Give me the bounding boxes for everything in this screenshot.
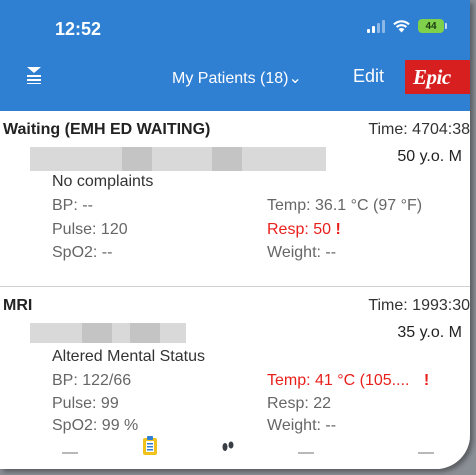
patient-time: Time: 1993:30 [368,297,470,314]
patient-card[interactable]: Waiting (EMH ED WAITING) Time: 4704:38 5… [0,111,470,287]
patient-time: Time: 4704:38 [368,121,470,138]
patient-list: Waiting (EMH ED WAITING) Time: 4704:38 5… [0,111,470,447]
sort-list-icon[interactable] [26,66,42,84]
vital-resp-abnormal: Resp: 50 ! [267,221,341,239]
vital-temp-value: Temp: 41 °C (105.... [267,372,410,389]
patient-card[interactable]: MRI Time: 1993:30 35 y.o. M Altered Ment… [0,287,470,447]
phone-screen: 12:52 44 My Patients (18)⌄ Edit Epic Wai… [0,0,470,469]
vital-temp: Temp: 36.1 °C (97 °F) [267,197,423,214]
vital-resp: Resp: 22 [267,395,332,412]
vital-bp: BP: -- [52,197,93,214]
patient-age-sex: 35 y.o. M [397,324,462,341]
patient-location: Waiting (EMH ED WAITING) [3,121,211,138]
vital-resp-value: Resp: 50 [267,221,332,238]
vital-temp-abnormal: Temp: 41 °C (105.... ! [267,372,429,390]
abnormal-alert-icon: ! [335,221,341,238]
divider [418,452,434,454]
clipboard-icon[interactable] [142,436,158,456]
patient-location: MRI [3,297,33,314]
battery-icon: 44 [418,19,447,33]
divider [62,452,78,454]
patient-age-sex: 50 y.o. M [397,148,462,165]
status-time: 12:52 [55,19,102,39]
vital-pulse: Pulse: 120 [52,221,128,238]
status-icons: 44 [367,19,447,33]
vital-weight: Weight: -- [267,417,337,434]
app-header: 12:52 44 My Patients (18)⌄ Edit Epic [0,0,470,111]
chief-complaint: No complaints [52,173,154,190]
patient-list-selector[interactable]: My Patients (18)⌄ [172,68,302,88]
wifi-icon [393,19,410,32]
chief-complaint: Altered Mental Status [52,348,205,365]
cellular-signal-icon [367,19,385,33]
footprints-icon[interactable] [221,441,235,453]
vital-pulse: Pulse: 99 [52,395,119,412]
vital-spo2: SpO2: -- [52,244,113,261]
vital-weight: Weight: -- [267,244,337,261]
vital-bp: BP: 122/66 [52,372,132,389]
bottom-toolbar [0,436,470,469]
divider [298,452,314,454]
abnormal-alert-icon: ! [423,372,430,389]
vital-spo2: SpO2: 99 % [52,417,139,434]
epic-logo: Epic [405,60,470,94]
edit-button[interactable]: Edit [353,66,384,87]
